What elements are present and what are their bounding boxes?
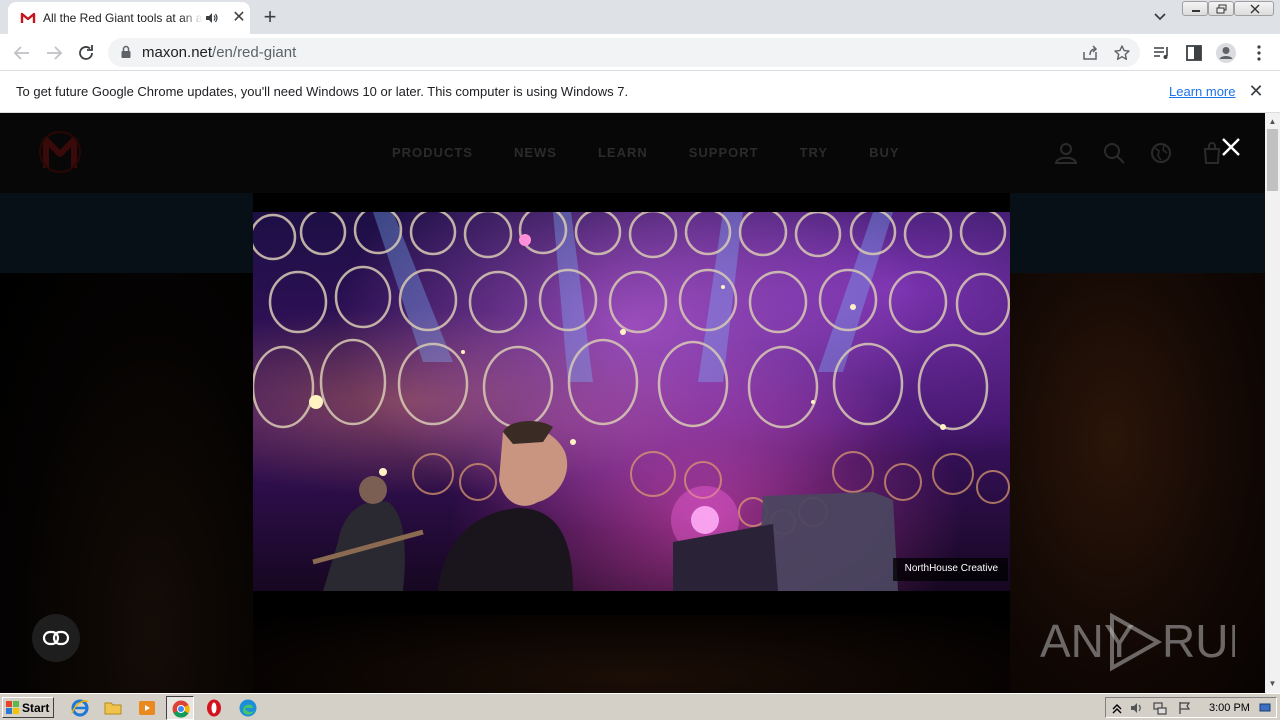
page-scrollbar[interactable]: ▲ ▼	[1265, 113, 1280, 693]
maxon-favicon-icon	[20, 12, 36, 23]
close-icon	[1250, 4, 1260, 14]
globe-icon[interactable]	[1149, 141, 1173, 165]
site-nav: PRODUCTS NEWS LEARN SUPPORT TRY BUY	[392, 145, 941, 160]
nav-item-products[interactable]: PRODUCTS	[392, 145, 473, 160]
learn-more-link[interactable]: Learn more	[1169, 84, 1235, 99]
internet-explorer-icon[interactable]	[70, 698, 90, 718]
scroll-up-arrow-icon[interactable]: ▲	[1268, 117, 1277, 126]
minimize-button[interactable]	[1182, 1, 1208, 16]
start-button[interactable]: Start	[2, 697, 54, 718]
maxon-logo-icon[interactable]	[38, 130, 82, 174]
reload-icon[interactable]	[75, 42, 97, 64]
file-explorer-icon[interactable]	[103, 698, 123, 718]
new-tab-button[interactable]: +	[258, 6, 282, 28]
nav-item-support[interactable]: SUPPORT	[689, 145, 759, 160]
tab-title: All the Red Giant tools at an affordable…	[43, 11, 203, 25]
browser-tab[interactable]: All the Red Giant tools at an affordable…	[8, 2, 250, 34]
volume-icon[interactable]	[1130, 701, 1144, 715]
address-bar[interactable]: maxon.net/en/red-giant	[108, 38, 1140, 67]
chat-link-icon	[42, 630, 70, 646]
media-control-icon[interactable]	[1152, 43, 1172, 63]
url-path: /en/red-giant	[212, 44, 297, 61]
nav-item-learn[interactable]: LEARN	[598, 145, 648, 160]
url-host: maxon.net	[142, 44, 213, 61]
url-text[interactable]: maxon.net/en/red-giant	[142, 44, 296, 61]
show-desktop-icon[interactable]	[1259, 702, 1271, 714]
taskbar-clock[interactable]: 3:00 PM	[1209, 702, 1250, 714]
nav-item-try[interactable]: TRY	[800, 145, 829, 160]
chrome-taskbar-button[interactable]	[166, 696, 194, 720]
background-image-bottom	[253, 615, 1010, 693]
scroll-down-arrow-icon[interactable]: ▼	[1268, 679, 1277, 688]
chevron-down-icon[interactable]	[1152, 10, 1168, 24]
scroll-thumb[interactable]	[1267, 129, 1278, 191]
video-player[interactable]: NorthHouse Creative	[253, 212, 1010, 591]
media-player-icon[interactable]	[137, 698, 157, 718]
windows-logo-icon	[6, 701, 19, 714]
update-infobar: To get future Google Chrome updates, you…	[0, 71, 1280, 113]
watermark-right-text: RUN	[1162, 615, 1235, 667]
menu-kebab-icon[interactable]	[1249, 43, 1269, 63]
window-close-button[interactable]	[1234, 1, 1274, 16]
side-panel-icon[interactable]	[1184, 43, 1204, 63]
tab-strip: All the Red Giant tools at an affordable…	[0, 0, 1280, 34]
lock-icon[interactable]	[120, 45, 132, 59]
profile-avatar-icon[interactable]	[1215, 42, 1237, 64]
chrome-icon	[172, 700, 190, 718]
nav-item-buy[interactable]: BUY	[869, 145, 899, 160]
forward-icon[interactable]	[43, 42, 65, 64]
account-icon[interactable]	[1054, 141, 1078, 165]
start-label: Start	[22, 701, 50, 715]
audio-playing-icon[interactable]	[205, 11, 219, 25]
action-center-flag-icon[interactable]	[1178, 701, 1192, 715]
bookmark-star-icon[interactable]	[1113, 44, 1131, 62]
modal-close-icon[interactable]	[1219, 135, 1243, 159]
show-hidden-icons-icon[interactable]	[1110, 701, 1124, 715]
back-icon[interactable]	[11, 42, 33, 64]
web-page: PRODUCTS NEWS LEARN SUPPORT TRY BUY Nort…	[0, 113, 1265, 693]
video-frame-concert-stage	[253, 212, 1010, 591]
video-credit: NorthHouse Creative	[892, 558, 1008, 581]
minimize-icon	[1192, 10, 1200, 12]
video-modal: NorthHouse Creative	[253, 193, 1010, 614]
opera-icon[interactable]	[204, 698, 224, 718]
restore-icon	[1216, 4, 1227, 14]
restore-button[interactable]	[1208, 1, 1234, 16]
nav-item-news[interactable]: NEWS	[514, 145, 557, 160]
infobar-close-icon[interactable]: ✕	[1248, 82, 1264, 100]
anyrun-watermark-logo: ANY RUN	[1040, 612, 1235, 672]
browser-toolbar: maxon.net/en/red-giant	[0, 34, 1280, 71]
system-tray: 3:00 PM	[1105, 697, 1277, 718]
network-icon[interactable]	[1153, 701, 1167, 715]
site-header: PRODUCTS NEWS LEARN SUPPORT TRY BUY	[0, 113, 1265, 193]
search-icon[interactable]	[1102, 141, 1126, 165]
chat-button[interactable]	[32, 614, 80, 662]
edge-icon[interactable]	[238, 698, 258, 718]
infobar-message: To get future Google Chrome updates, you…	[16, 84, 629, 99]
tab-close-icon[interactable]: ✕	[231, 10, 247, 26]
share-icon[interactable]	[1081, 44, 1099, 62]
windows-taskbar: Start 3:00 PM	[0, 693, 1280, 720]
